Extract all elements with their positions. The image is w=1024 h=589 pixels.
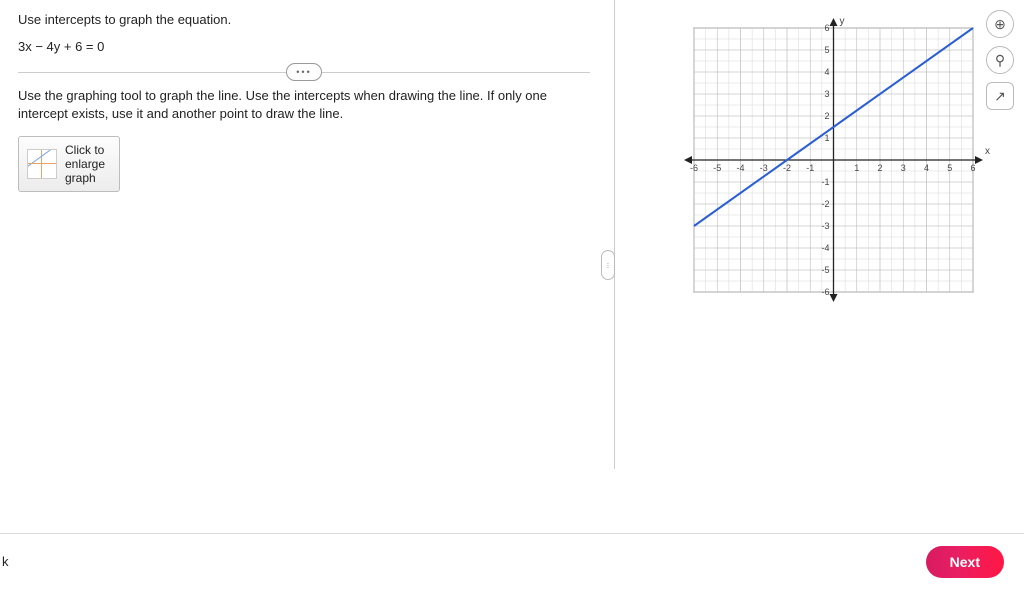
graph-thumb-icon	[27, 149, 57, 179]
svg-text:-3: -3	[821, 221, 829, 231]
svg-text:-2: -2	[783, 163, 791, 173]
svg-text:3: 3	[901, 163, 906, 173]
svg-text:y: y	[840, 16, 845, 27]
svg-text:-6: -6	[690, 163, 698, 173]
question-panel: Use intercepts to graph the equation. 3x…	[0, 0, 608, 529]
svg-text:6: 6	[970, 163, 975, 173]
svg-text:-1: -1	[821, 177, 829, 187]
svg-text:2: 2	[824, 111, 829, 121]
svg-text:5: 5	[824, 45, 829, 55]
svg-text:-2: -2	[821, 199, 829, 209]
more-icon[interactable]: •••	[286, 63, 322, 81]
svg-text:-4: -4	[736, 163, 744, 173]
svg-text:1: 1	[854, 163, 859, 173]
svg-text:-1: -1	[806, 163, 814, 173]
svg-text:6: 6	[824, 23, 829, 33]
footer-bar: k Next	[0, 533, 1024, 589]
footer-left-fragment: k	[2, 554, 9, 569]
svg-text:-4: -4	[821, 243, 829, 253]
enlarge-graph-label: Click to enlarge graph	[65, 143, 105, 185]
next-button[interactable]: Next	[926, 546, 1004, 578]
coordinate-graph[interactable]: -6-5-4-3-2-1123456-6-5-4-3-2-1123456xy	[676, 10, 991, 310]
svg-text:-5: -5	[821, 265, 829, 275]
svg-text:-5: -5	[713, 163, 721, 173]
svg-text:3: 3	[824, 89, 829, 99]
svg-text:2: 2	[877, 163, 882, 173]
enlarge-graph-button[interactable]: Click to enlarge graph	[18, 136, 120, 192]
svg-text:-6: -6	[821, 287, 829, 297]
graph-instruction: Use the graphing tool to graph the line.…	[18, 87, 590, 122]
svg-text:1: 1	[824, 133, 829, 143]
question-title: Use intercepts to graph the equation.	[18, 12, 590, 27]
svg-text:5: 5	[947, 163, 952, 173]
svg-text:4: 4	[824, 67, 829, 77]
svg-text:x: x	[985, 146, 990, 157]
graph-panel: -6-5-4-3-2-1123456-6-5-4-3-2-1123456xy ⊕…	[608, 0, 1024, 529]
zoom-out-icon[interactable]: ⚲	[986, 46, 1014, 74]
popout-icon[interactable]: ↗	[986, 82, 1014, 110]
zoom-in-icon[interactable]: ⊕	[986, 10, 1014, 38]
svg-text:4: 4	[924, 163, 929, 173]
question-equation: 3x − 4y + 6 = 0	[18, 39, 590, 54]
svg-text:-3: -3	[760, 163, 768, 173]
